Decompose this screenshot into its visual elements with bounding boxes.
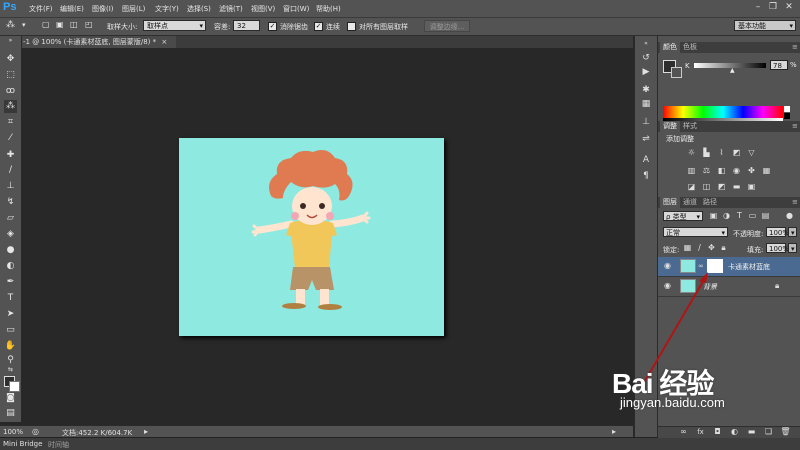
watermark-url: jingyan.baidu.com <box>620 395 725 410</box>
